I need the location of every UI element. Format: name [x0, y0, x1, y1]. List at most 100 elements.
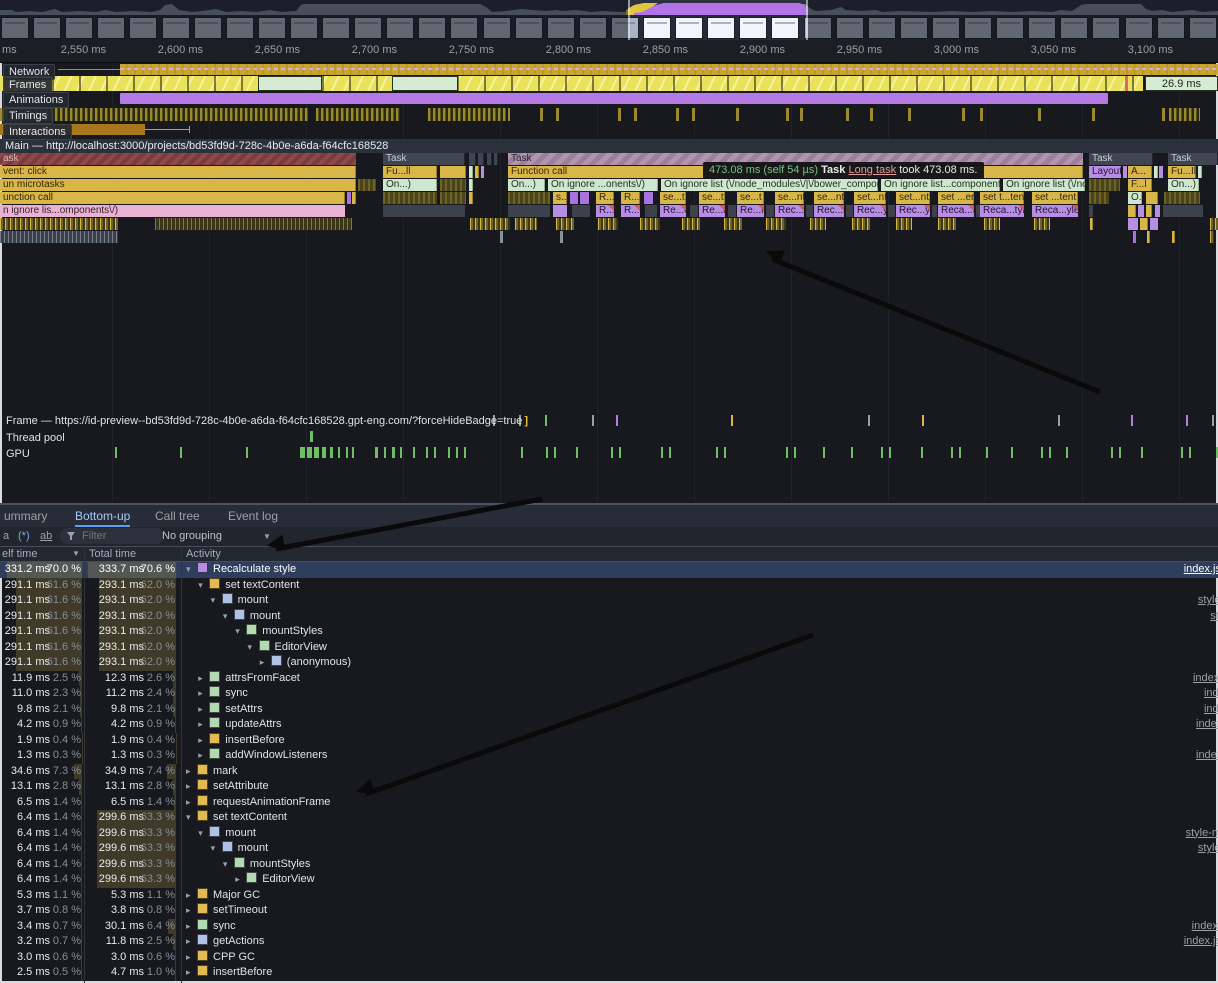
flame-block[interactable] — [358, 179, 376, 191]
flame-block[interactable] — [1138, 205, 1144, 217]
table-row[interactable]: 291.1 ms61.6 %293.1 ms62.0 %▾mountStyles… — [0, 624, 1218, 640]
activity-label[interactable]: set textContent — [225, 579, 299, 591]
flame-block[interactable]: R...e — [621, 205, 640, 217]
flame-block[interactable] — [1146, 205, 1152, 217]
frame-track-label[interactable]: Frame — https://id-preview--bd53fd9d-728… — [6, 415, 528, 427]
timing-cluster[interactable] — [1169, 108, 1200, 121]
flame-block[interactable] — [1128, 218, 1138, 230]
long-task-link[interactable]: Long task — [848, 164, 896, 176]
flame-block[interactable]: n ignore lis...omponents\/) — [0, 205, 345, 217]
flame-block[interactable] — [645, 205, 657, 217]
flame-block[interactable] — [440, 192, 466, 204]
activity-label[interactable]: mount — [238, 594, 269, 606]
timing-mark[interactable] — [908, 108, 911, 121]
activity-label[interactable]: CPP GC — [213, 951, 255, 963]
flame-block[interactable] — [938, 218, 956, 230]
source-link[interactable]: index.js: — [1193, 671, 1218, 687]
table-row[interactable]: 3.4 ms0.7 %30.1 ms6.4 %▸syncindex. — [0, 919, 1218, 935]
timing-mark[interactable] — [870, 108, 873, 121]
flame-block[interactable] — [508, 205, 550, 217]
match-word-icon[interactable]: ab — [40, 528, 52, 545]
timeline-ruler[interactable]: ms 2,550 ms2,600 ms2,650 ms2,700 ms2,750… — [0, 40, 1218, 63]
flame-block[interactable]: Rec...le — [814, 205, 844, 217]
flame-block[interactable] — [806, 205, 813, 217]
interactions-track-label[interactable]: Interactions — [3, 124, 72, 140]
flame-block[interactable] — [1198, 166, 1202, 178]
film-thumb[interactable] — [675, 17, 703, 39]
activity-label[interactable]: requestAnimationFrame — [213, 796, 330, 808]
flame-block[interactable] — [888, 205, 895, 217]
source-link[interactable]: index.js — [1196, 717, 1218, 733]
activity-label[interactable]: mountStyles — [250, 858, 311, 870]
flame-block[interactable]: Task — [1168, 153, 1218, 165]
source-link[interactable]: index. — [1192, 919, 1218, 935]
table-row[interactable]: 291.1 ms61.6 %293.1 ms62.0 %▾EditorViewi… — [0, 640, 1218, 656]
animations-bar[interactable] — [120, 93, 1108, 104]
flame-block[interactable] — [469, 192, 473, 204]
flame-block[interactable] — [553, 205, 567, 217]
table-row[interactable]: 3.7 ms0.8 %3.8 ms0.8 %▸setTimeout — [0, 903, 1218, 919]
activity-label[interactable]: getActions — [213, 935, 264, 947]
flame-block[interactable]: Re...le — [737, 205, 764, 217]
activity-label[interactable]: sync — [213, 920, 236, 932]
table-row[interactable]: 1.3 ms0.3 %1.3 ms0.3 %▸addWindowListener… — [0, 748, 1218, 764]
flame-block[interactable] — [846, 205, 853, 217]
expander-closed-icon[interactable]: ▸ — [186, 795, 197, 811]
timing-mark[interactable] — [618, 108, 621, 121]
expander-closed-icon[interactable]: ▸ — [186, 919, 197, 935]
flame-block[interactable] — [1164, 192, 1200, 204]
flame-block[interactable] — [1089, 192, 1109, 204]
column-header-total-time[interactable]: Total time — [89, 547, 136, 561]
flame-block[interactable] — [1089, 205, 1093, 217]
flame-block[interactable] — [440, 179, 466, 191]
table-row[interactable]: 11.9 ms2.5 %12.3 ms2.6 %▸attrsFromFaceti… — [0, 671, 1218, 687]
film-thumb[interactable] — [707, 17, 735, 39]
flame-block[interactable]: R...e — [596, 205, 614, 217]
flame-block[interactable]: unction call — [0, 192, 345, 204]
flame-block[interactable]: set...nt — [854, 192, 886, 204]
filter-input[interactable] — [80, 529, 154, 543]
timing-mark[interactable] — [1038, 108, 1041, 121]
table-row[interactable]: 2.5 ms0.5 %4.7 ms1.0 %▸insertBefore — [0, 965, 1218, 981]
flame-block[interactable] — [580, 192, 589, 204]
tab-summary[interactable]: ummary — [4, 505, 47, 527]
flame-block[interactable] — [1150, 218, 1158, 230]
flame-block[interactable]: Reca...yle — [1032, 205, 1078, 217]
flame-block[interactable] — [1146, 192, 1158, 204]
flame-block[interactable] — [515, 218, 537, 230]
timing-mark[interactable] — [1092, 108, 1095, 121]
flame-block[interactable] — [1089, 179, 1120, 191]
flame-block[interactable] — [640, 218, 660, 230]
flame-block[interactable]: set ...tent — [1032, 192, 1078, 204]
flame-block[interactable] — [852, 218, 870, 230]
expander-open-icon[interactable]: ▾ — [198, 826, 209, 842]
flame-block[interactable]: Reca...tyle — [980, 205, 1024, 217]
flame-block[interactable] — [469, 153, 476, 165]
flame-block[interactable] — [556, 218, 574, 230]
flame-block[interactable] — [728, 205, 736, 217]
frames-track-label[interactable]: Frames — [3, 77, 52, 93]
flame-block[interactable]: On ignore list (\/node_modules\/|\/bower… — [661, 179, 878, 191]
expander-closed-icon[interactable]: ▸ — [198, 733, 209, 749]
activity-label[interactable]: insertBefore — [225, 734, 284, 746]
table-row[interactable]: 3.0 ms0.6 %3.0 ms0.6 %▸CPP GC — [0, 950, 1218, 966]
activity-label[interactable]: setAttribute — [213, 780, 269, 792]
expander-closed-icon[interactable]: ▸ — [186, 950, 197, 966]
flame-block[interactable]: On ignore list (\/node_mo — [1003, 179, 1085, 191]
film-thumb[interactable] — [739, 17, 767, 39]
frames-track-bar[interactable] — [0, 76, 1143, 91]
flame-block[interactable]: Reca...tyle — [938, 205, 974, 217]
table-row[interactable]: 1.9 ms0.4 %1.9 ms0.4 %▸insertBefore — [0, 733, 1218, 749]
activity-label[interactable]: mountStyles — [262, 625, 323, 637]
timing-mark[interactable] — [800, 108, 803, 121]
flame-block[interactable] — [0, 218, 118, 230]
threadpool-track-label[interactable]: Thread pool — [6, 432, 65, 444]
flame-block[interactable] — [1128, 205, 1136, 217]
frame-duration-badge[interactable]: 26.9 ms — [1145, 76, 1218, 91]
flame-block[interactable]: ask — [0, 153, 356, 165]
expander-closed-icon[interactable]: ▸ — [186, 934, 197, 950]
animations-track-label[interactable]: Animations — [3, 92, 69, 108]
activity-label[interactable]: mount — [225, 827, 256, 839]
flame-block[interactable]: Task — [1089, 153, 1153, 165]
flame-block[interactable]: On...) — [508, 179, 545, 191]
